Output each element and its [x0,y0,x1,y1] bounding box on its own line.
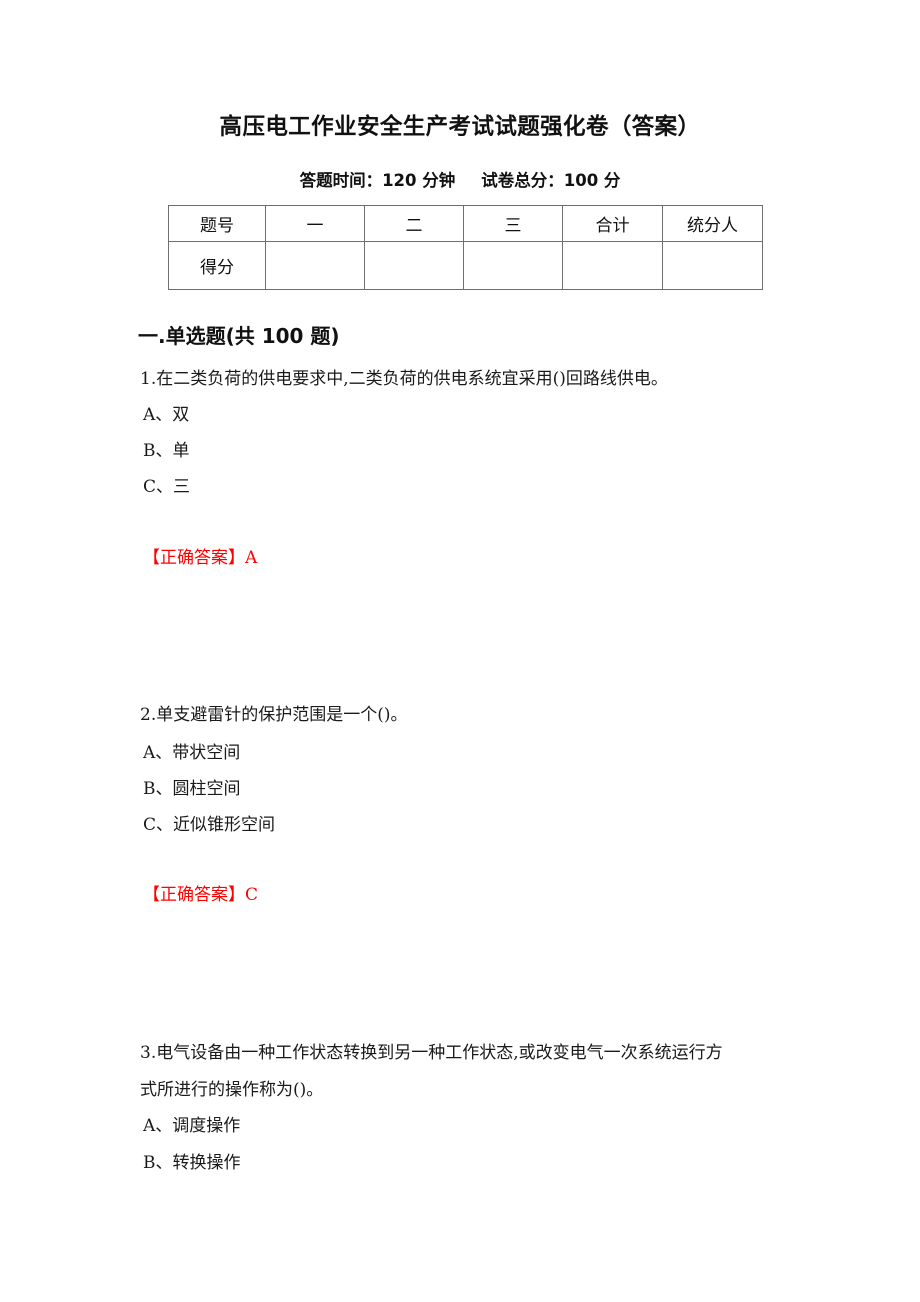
table-header-cell-5: 统分人 [662,205,763,242]
table-header-cell-0: 题号 [168,205,266,242]
table-row-label: 得分 [168,241,266,290]
question-1-option-b[interactable]: B、单 [143,440,190,462]
question-3-option-a[interactable]: A、调度操作 [143,1115,240,1137]
table-header-cell-3: 三 [463,205,563,242]
table-header-cell-2: 二 [364,205,464,242]
score-cell-5 [662,241,763,290]
question-3-stem-line-1: 3.电气设备由一种工作状态转换到另一种工作状态,或改变电气一次系统运行方 [140,1043,723,1063]
option-text: 单 [172,441,190,461]
score-cell-4 [562,241,663,290]
table-row-score: 得分 [168,241,763,290]
option-text: 双 [172,405,190,425]
question-3-option-b[interactable]: B、转换操作 [143,1152,241,1174]
question-2-stem: 2.单支避雷针的保护范围是一个()。 [140,705,408,725]
answer-value: C [245,885,259,905]
score-cell-1 [265,241,365,290]
question-1-stem: 1.在二类负荷的供电要求中,二类负荷的供电系统宜采用()回路线供电。 [140,369,668,389]
option-text: 圆柱空间 [172,779,241,799]
option-text: 调度操作 [172,1116,241,1136]
table-header-cell-4: 合计 [562,205,663,242]
option-key: C、 [143,477,174,497]
answer-time: 答题时间：120 分钟 [299,171,456,190]
option-text: 转换操作 [172,1153,241,1173]
option-text: 带状空间 [172,743,241,763]
option-key: B、 [143,779,173,799]
option-key: B、 [143,441,173,461]
question-1-option-c[interactable]: C、三 [143,476,190,498]
option-key: C、 [143,815,174,835]
option-key: A、 [143,405,173,425]
section-heading-single-choice: 一.单选题(共 100 题) [138,324,340,348]
answer-value: A [245,548,258,568]
option-text: 近似锥形空间 [173,815,276,835]
question-2-option-c[interactable]: C、近似锥形空间 [143,814,275,836]
option-key: B、 [143,1153,173,1173]
option-text: 三 [173,477,191,497]
page-title: 高压电工作业安全生产考试试题强化卷（答案） [219,114,701,140]
answer-label: 【正确答案】 [143,885,245,905]
exam-meta: 答题时间：120 分钟 试卷总分：100 分 [0,167,920,191]
option-key: A、 [143,743,173,763]
score-cell-3 [463,241,563,290]
question-2-answer: 【正确答案】C [143,884,258,906]
table-row-header: 题号 一 二 三 合计 统分人 [168,205,763,242]
question-2-option-a[interactable]: A、带状空间 [143,742,240,764]
question-2-option-b[interactable]: B、圆柱空间 [143,778,241,800]
table-header-cell-1: 一 [265,205,365,242]
answer-label: 【正确答案】 [143,548,245,568]
score-table: 题号 一 二 三 合计 统分人 得分 [168,205,763,290]
total-score: 试卷总分：100 分 [481,171,621,190]
question-1-option-a[interactable]: A、双 [143,404,189,426]
score-cell-2 [364,241,464,290]
option-key: A、 [143,1116,173,1136]
question-1-answer: 【正确答案】A [143,547,257,569]
exam-page: 高压电工作业安全生产考试试题强化卷（答案） 答题时间：120 分钟 试卷总分：10… [0,0,920,1302]
question-3-stem-line-2: 式所进行的操作称为()。 [140,1080,324,1100]
